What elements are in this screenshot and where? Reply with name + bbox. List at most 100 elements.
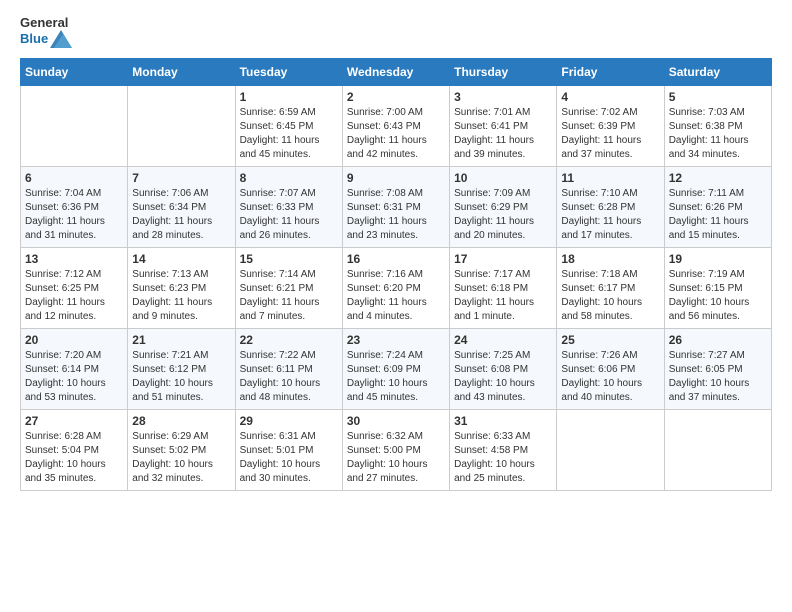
- calendar-header-row: SundayMondayTuesdayWednesdayThursdayFrid…: [21, 59, 772, 86]
- calendar-cell: 26Sunrise: 7:27 AM Sunset: 6:05 PM Dayli…: [664, 329, 771, 410]
- day-number: 5: [669, 90, 767, 104]
- calendar-cell: 28Sunrise: 6:29 AM Sunset: 5:02 PM Dayli…: [128, 410, 235, 491]
- day-number: 9: [347, 171, 445, 185]
- week-row-2: 6 Sunrise: 7:04 AM Sunset: 6:36 PM Daylig…: [21, 167, 772, 248]
- day-info: Sunrise: 7:04 AM Sunset: 6:36 PM Dayligh…: [25, 187, 123, 243]
- day-info: Sunrise: 7:03 AM Sunset: 6:38 PM Dayligh…: [669, 106, 767, 162]
- calendar-cell: 5 Sunrise: 7:03 AM Sunset: 6:38 PM Daylig…: [664, 86, 771, 167]
- calendar-cell: 25Sunrise: 7:26 AM Sunset: 6:06 PM Dayli…: [557, 329, 664, 410]
- calendar-cell: 13 Sunrise: 7:12 AM Sunset: 6:25 PM Dayli…: [21, 248, 128, 329]
- day-number: 24: [454, 333, 552, 347]
- day-header-friday: Friday: [557, 59, 664, 86]
- day-number: 17: [454, 252, 552, 266]
- calendar-cell: [21, 86, 128, 167]
- day-header-thursday: Thursday: [450, 59, 557, 86]
- day-number: 15: [240, 252, 338, 266]
- calendar-cell: 14 Sunrise: 7:13 AM Sunset: 6:23 PM Dayli…: [128, 248, 235, 329]
- day-info: Sunrise: 6:32 AM Sunset: 5:00 PM Dayligh…: [347, 430, 445, 486]
- calendar-cell: 12 Sunrise: 7:11 AM Sunset: 6:26 PM Dayli…: [664, 167, 771, 248]
- logo-icon: [50, 30, 72, 48]
- calendar-cell: 8 Sunrise: 7:07 AM Sunset: 6:33 PM Daylig…: [235, 167, 342, 248]
- day-info: Sunrise: 7:17 AM Sunset: 6:18 PM Dayligh…: [454, 268, 552, 324]
- day-info: Sunrise: 7:25 AM Sunset: 6:08 PM Dayligh…: [454, 349, 552, 405]
- day-number: 1: [240, 90, 338, 104]
- day-number: 20: [25, 333, 123, 347]
- calendar-cell: 6 Sunrise: 7:04 AM Sunset: 6:36 PM Daylig…: [21, 167, 128, 248]
- day-info: Sunrise: 7:21 AM Sunset: 6:12 PM Dayligh…: [132, 349, 230, 405]
- day-number: 22: [240, 333, 338, 347]
- day-info: Sunrise: 7:00 AM Sunset: 6:43 PM Dayligh…: [347, 106, 445, 162]
- day-header-tuesday: Tuesday: [235, 59, 342, 86]
- calendar-cell: 15Sunrise: 7:14 AM Sunset: 6:21 PM Dayli…: [235, 248, 342, 329]
- calendar-cell: [557, 410, 664, 491]
- logo-general: General: [20, 16, 72, 30]
- day-number: 6: [25, 171, 123, 185]
- calendar-cell: 23 Sunrise: 7:24 AM Sunset: 6:09 PM Dayli…: [342, 329, 449, 410]
- calendar-cell: 22Sunrise: 7:22 AM Sunset: 6:11 PM Dayli…: [235, 329, 342, 410]
- day-number: 8: [240, 171, 338, 185]
- day-info: Sunrise: 7:11 AM Sunset: 6:26 PM Dayligh…: [669, 187, 767, 243]
- week-row-4: 20Sunrise: 7:20 AM Sunset: 6:14 PM Dayli…: [21, 329, 772, 410]
- day-info: Sunrise: 6:29 AM Sunset: 5:02 PM Dayligh…: [132, 430, 230, 486]
- day-header-wednesday: Wednesday: [342, 59, 449, 86]
- day-info: Sunrise: 7:02 AM Sunset: 6:39 PM Dayligh…: [561, 106, 659, 162]
- week-row-1: 1 Sunrise: 6:59 AM Sunset: 6:45 PM Daylig…: [21, 86, 772, 167]
- calendar-page: General Blue SundayMondayTuesdayWednesda…: [0, 0, 792, 612]
- calendar-cell: 11 Sunrise: 7:10 AM Sunset: 6:28 PM Dayli…: [557, 167, 664, 248]
- day-number: 31: [454, 414, 552, 428]
- day-info: Sunrise: 7:12 AM Sunset: 6:25 PM Dayligh…: [25, 268, 123, 324]
- day-info: Sunrise: 7:07 AM Sunset: 6:33 PM Dayligh…: [240, 187, 338, 243]
- day-number: 16: [347, 252, 445, 266]
- week-row-3: 13 Sunrise: 7:12 AM Sunset: 6:25 PM Dayli…: [21, 248, 772, 329]
- calendar-cell: [128, 86, 235, 167]
- day-number: 11: [561, 171, 659, 185]
- calendar-cell: 7Sunrise: 7:06 AM Sunset: 6:34 PM Daylig…: [128, 167, 235, 248]
- calendar-cell: [664, 410, 771, 491]
- calendar-cell: 30 Sunrise: 6:32 AM Sunset: 5:00 PM Dayli…: [342, 410, 449, 491]
- day-number: 10: [454, 171, 552, 185]
- day-info: Sunrise: 6:28 AM Sunset: 5:04 PM Dayligh…: [25, 430, 123, 486]
- calendar-cell: 4 Sunrise: 7:02 AM Sunset: 6:39 PM Daylig…: [557, 86, 664, 167]
- day-number: 3: [454, 90, 552, 104]
- calendar-cell: 20Sunrise: 7:20 AM Sunset: 6:14 PM Dayli…: [21, 329, 128, 410]
- day-number: 4: [561, 90, 659, 104]
- day-number: 23: [347, 333, 445, 347]
- day-header-sunday: Sunday: [21, 59, 128, 86]
- day-info: Sunrise: 6:31 AM Sunset: 5:01 PM Dayligh…: [240, 430, 338, 486]
- day-header-monday: Monday: [128, 59, 235, 86]
- header: General Blue: [20, 16, 772, 48]
- day-number: 19: [669, 252, 767, 266]
- day-info: Sunrise: 7:08 AM Sunset: 6:31 PM Dayligh…: [347, 187, 445, 243]
- day-info: Sunrise: 7:01 AM Sunset: 6:41 PM Dayligh…: [454, 106, 552, 162]
- day-info: Sunrise: 6:59 AM Sunset: 6:45 PM Dayligh…: [240, 106, 338, 162]
- calendar-cell: 31Sunrise: 6:33 AM Sunset: 4:58 PM Dayli…: [450, 410, 557, 491]
- day-number: 13: [25, 252, 123, 266]
- day-info: Sunrise: 7:09 AM Sunset: 6:29 PM Dayligh…: [454, 187, 552, 243]
- calendar-cell: 18Sunrise: 7:18 AM Sunset: 6:17 PM Dayli…: [557, 248, 664, 329]
- day-number: 26: [669, 333, 767, 347]
- calendar-table: SundayMondayTuesdayWednesdayThursdayFrid…: [20, 58, 772, 491]
- day-info: Sunrise: 7:10 AM Sunset: 6:28 PM Dayligh…: [561, 187, 659, 243]
- day-number: 21: [132, 333, 230, 347]
- day-info: Sunrise: 7:13 AM Sunset: 6:23 PM Dayligh…: [132, 268, 230, 324]
- calendar-body: 1 Sunrise: 6:59 AM Sunset: 6:45 PM Daylig…: [21, 86, 772, 491]
- day-number: 27: [25, 414, 123, 428]
- day-info: Sunrise: 7:24 AM Sunset: 6:09 PM Dayligh…: [347, 349, 445, 405]
- calendar-cell: 2 Sunrise: 7:00 AM Sunset: 6:43 PM Daylig…: [342, 86, 449, 167]
- week-row-5: 27 Sunrise: 6:28 AM Sunset: 5:04 PM Dayli…: [21, 410, 772, 491]
- day-number: 30: [347, 414, 445, 428]
- calendar-cell: 17 Sunrise: 7:17 AM Sunset: 6:18 PM Dayli…: [450, 248, 557, 329]
- day-number: 2: [347, 90, 445, 104]
- calendar-cell: 16Sunrise: 7:16 AM Sunset: 6:20 PM Dayli…: [342, 248, 449, 329]
- logo-blue: Blue: [20, 32, 48, 46]
- day-info: Sunrise: 7:19 AM Sunset: 6:15 PM Dayligh…: [669, 268, 767, 324]
- calendar-cell: 3 Sunrise: 7:01 AM Sunset: 6:41 PM Daylig…: [450, 86, 557, 167]
- day-number: 29: [240, 414, 338, 428]
- calendar-cell: 10 Sunrise: 7:09 AM Sunset: 6:29 PM Dayli…: [450, 167, 557, 248]
- day-info: Sunrise: 7:18 AM Sunset: 6:17 PM Dayligh…: [561, 268, 659, 324]
- day-header-saturday: Saturday: [664, 59, 771, 86]
- calendar-cell: 21 Sunrise: 7:21 AM Sunset: 6:12 PM Dayli…: [128, 329, 235, 410]
- day-number: 25: [561, 333, 659, 347]
- day-number: 12: [669, 171, 767, 185]
- day-number: 14: [132, 252, 230, 266]
